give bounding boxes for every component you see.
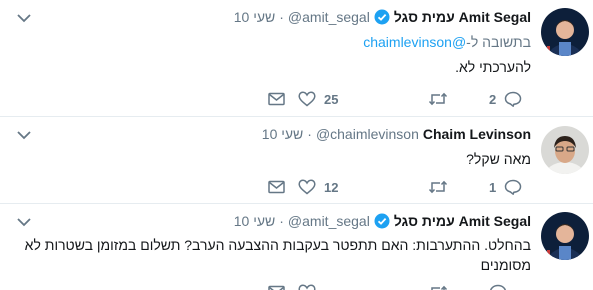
reply-button[interactable] [489, 282, 507, 290]
author-name[interactable]: עמית סגל Amit Segal [394, 9, 531, 25]
tweet-actions [0, 282, 593, 290]
tweet-header: עמית סגל Amit Segal @amit_segal · 10 שעי [234, 213, 531, 229]
tweet-actions: 12 1 [0, 177, 593, 197]
like-count: 12 [324, 179, 339, 195]
verified-badge-icon [374, 9, 390, 25]
author-handle[interactable]: @chaimlevinson [316, 126, 419, 142]
retweet-button[interactable] [428, 89, 448, 109]
reply-to-handle-link[interactable]: @chaimlevinson [363, 34, 466, 50]
like-button[interactable] [298, 282, 316, 290]
author-name[interactable]: עמית סגל Amit Segal [394, 213, 531, 229]
tweet-time[interactable]: 10 שעי [262, 126, 303, 142]
avatar[interactable] [541, 212, 589, 260]
tweet-text: בהחלט. ההתערבות: האם תתפטר בעקבות ההצבעה… [24, 237, 531, 273]
retweet-icon [431, 285, 448, 290]
separator-dot: · [307, 126, 312, 142]
verified-badge-icon [374, 213, 390, 229]
tweet-amit-segal-1[interactable]: עמית סגל Amit Segal @amit_segal · 10 שעי… [0, 0, 593, 116]
reply-count: 2 [489, 91, 497, 107]
direct-message-button[interactable] [268, 282, 285, 290]
tweet-header: Chaim Levinson @chaimlevinson · 10 שעי [262, 126, 531, 142]
retweet-button[interactable] [428, 177, 448, 197]
author-handle[interactable]: @amit_segal [288, 213, 370, 229]
direct-message-icon [268, 92, 285, 106]
tweet-time[interactable]: 10 שעי [234, 9, 275, 25]
retweet-icon [428, 92, 448, 106]
tweet-text: להערכתי לא. [455, 59, 531, 75]
chevron-down-icon[interactable] [16, 129, 32, 141]
reply-button[interactable]: 1 [489, 177, 522, 197]
reply-icon [489, 284, 507, 290]
retweet-icon [428, 180, 448, 194]
direct-message-button[interactable] [268, 89, 285, 109]
direct-message-button[interactable] [268, 177, 285, 197]
author-name[interactable]: Chaim Levinson [423, 126, 531, 142]
direct-message-icon [268, 285, 285, 290]
heart-icon [298, 91, 316, 107]
tweet-chaim-levinson[interactable]: Chaim Levinson @chaimlevinson · 10 שעי מ… [0, 116, 593, 203]
heart-icon [298, 179, 316, 195]
direct-message-icon [268, 180, 285, 194]
retweet-button[interactable] [428, 282, 448, 290]
reply-icon [504, 91, 522, 107]
reply-icon [504, 179, 522, 195]
reply-prefix: בתשובה ל- [466, 34, 531, 50]
chevron-down-icon[interactable] [16, 12, 32, 24]
tweet-time[interactable]: 10 שעי [234, 213, 275, 229]
chevron-down-icon[interactable] [16, 216, 32, 228]
reply-count: 1 [489, 179, 497, 195]
heart-icon [298, 284, 316, 290]
tweet-amit-segal-2[interactable]: עמית סגל Amit Segal @amit_segal · 10 שעי… [0, 203, 593, 290]
like-button[interactable]: 25 [298, 89, 338, 109]
separator-dot: · [279, 213, 284, 229]
tweet-text: מאה שקל? [466, 151, 531, 167]
avatar[interactable] [541, 126, 589, 174]
avatar[interactable] [541, 8, 589, 56]
author-handle[interactable]: @amit_segal [288, 9, 370, 25]
tweet-header: עמית סגל Amit Segal @amit_segal · 10 שעי [234, 9, 531, 25]
tweet-actions: 25 2 [0, 89, 593, 109]
like-count: 25 [324, 91, 339, 107]
reply-button[interactable]: 2 [489, 89, 522, 109]
reply-context: בתשובה ל-@chaimlevinson [363, 34, 531, 50]
separator-dot: · [279, 9, 284, 25]
like-button[interactable]: 12 [298, 177, 338, 197]
